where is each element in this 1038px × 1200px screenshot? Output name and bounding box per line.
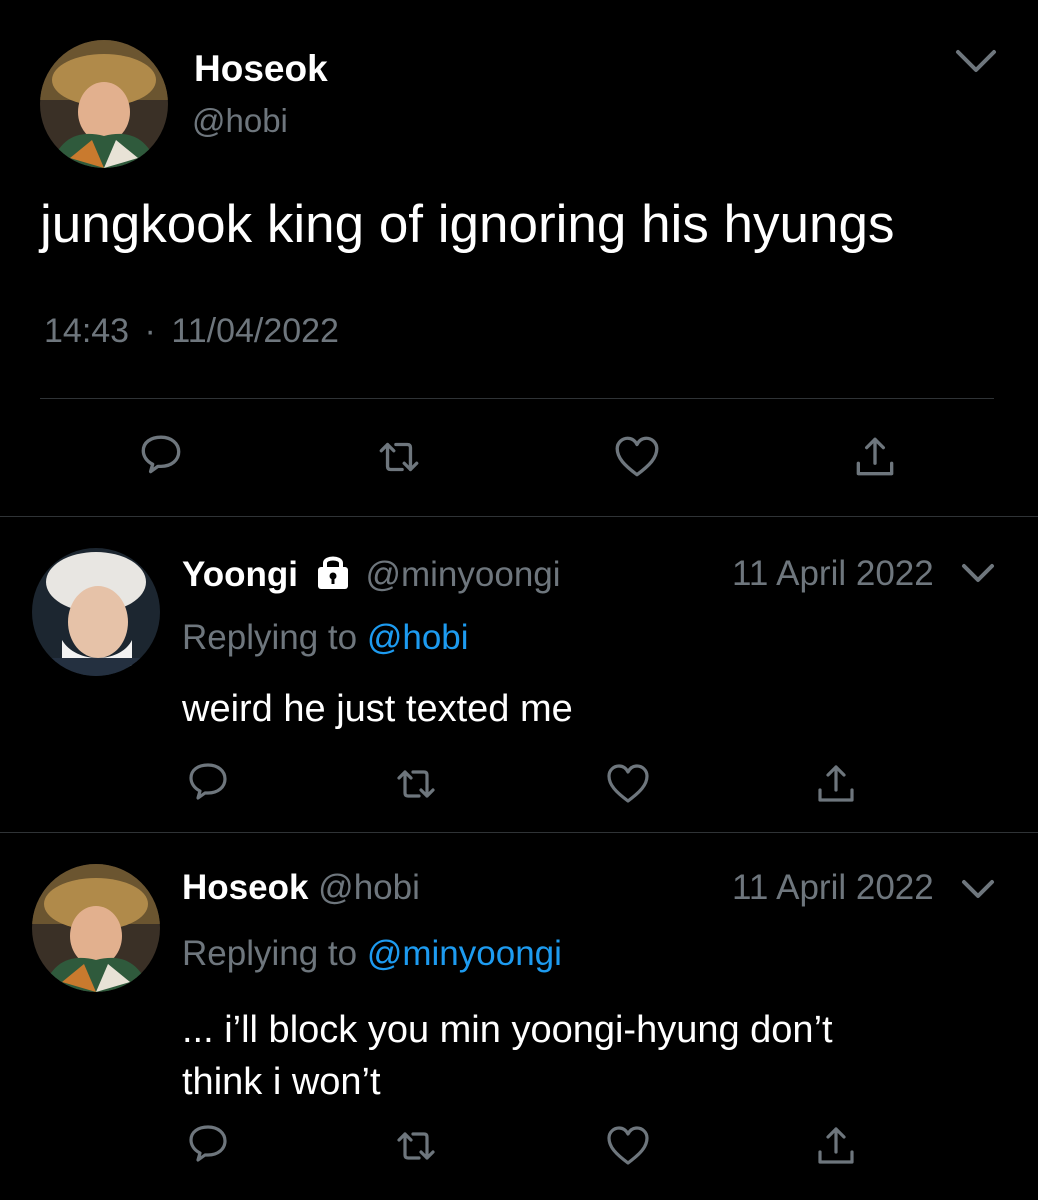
reply-text-line: ... i’ll block you min yoongi-hyung don’… <box>182 1009 833 1051</box>
replying-to-handle-link[interactable]: @hobi <box>367 618 469 657</box>
share-icon[interactable] <box>812 1122 860 1170</box>
reply-avatar[interactable] <box>32 548 160 676</box>
like-icon[interactable] <box>604 760 652 808</box>
replying-to-label: Replying to <box>182 934 358 973</box>
chevron-down-icon[interactable] <box>952 42 1000 82</box>
user-photo-avatar-icon <box>40 40 168 168</box>
replying-to-handle-link[interactable]: @minyoongi <box>367 934 562 973</box>
reply-replying-to: Replying to @hobi <box>182 618 469 658</box>
like-icon[interactable] <box>612 432 662 482</box>
chevron-down-icon[interactable] <box>958 558 998 590</box>
retweet-icon[interactable] <box>392 760 440 808</box>
chevron-down-icon[interactable] <box>958 874 998 906</box>
main-tweet-date[interactable]: 11/04/2022 <box>171 312 339 350</box>
reply-replying-to: Replying to @minyoongi <box>182 934 562 974</box>
reply-display-name[interactable]: Hoseok <box>182 868 308 907</box>
reply-display-name[interactable]: Yoongi <box>182 555 298 594</box>
section-divider <box>0 832 1038 833</box>
reply-date[interactable]: 11 April 2022 <box>732 554 934 594</box>
reply-icon[interactable] <box>184 1122 232 1170</box>
retweet-icon[interactable] <box>374 432 424 482</box>
replying-to-label: Replying to <box>182 618 358 657</box>
user-photo-avatar-icon <box>32 864 160 992</box>
main-tweet-timestamp: 14:43 · 11/04/2022 <box>44 312 339 351</box>
main-tweet-display-name[interactable]: Hoseok <box>194 48 328 90</box>
main-tweet-time: 14:43 <box>44 312 130 350</box>
reply-text: ... i’ll block you min yoongi-hyung don’… <box>182 1004 833 1108</box>
retweet-icon[interactable] <box>392 1122 440 1170</box>
share-icon[interactable] <box>850 432 900 482</box>
share-icon[interactable] <box>812 760 860 808</box>
main-tweet-divider <box>40 398 994 399</box>
section-divider <box>0 516 1038 517</box>
reply-text: weird he just texted me <box>182 688 573 730</box>
main-tweet-handle[interactable]: @hobi <box>192 102 288 140</box>
like-icon[interactable] <box>604 1122 652 1170</box>
reply-date[interactable]: 11 April 2022 <box>732 868 934 908</box>
main-tweet-text: jungkook king of ignoring his hyungs <box>40 195 895 254</box>
user-photo-avatar-icon <box>32 548 160 676</box>
reply-header: Hoseok @hobi <box>182 868 420 908</box>
reply-handle[interactable]: @minyoongi <box>365 555 560 594</box>
reply-icon[interactable] <box>184 760 232 808</box>
reply-avatar[interactable] <box>32 864 160 992</box>
reply-icon[interactable] <box>136 432 186 482</box>
reply-header: Yoongi @minyoongi <box>182 552 561 595</box>
reply-handle[interactable]: @hobi <box>318 868 420 907</box>
main-tweet-avatar[interactable] <box>40 40 168 168</box>
lock-icon <box>314 552 352 590</box>
reply-text-line: think i won’t <box>182 1061 381 1103</box>
timestamp-separator: · <box>144 312 156 350</box>
